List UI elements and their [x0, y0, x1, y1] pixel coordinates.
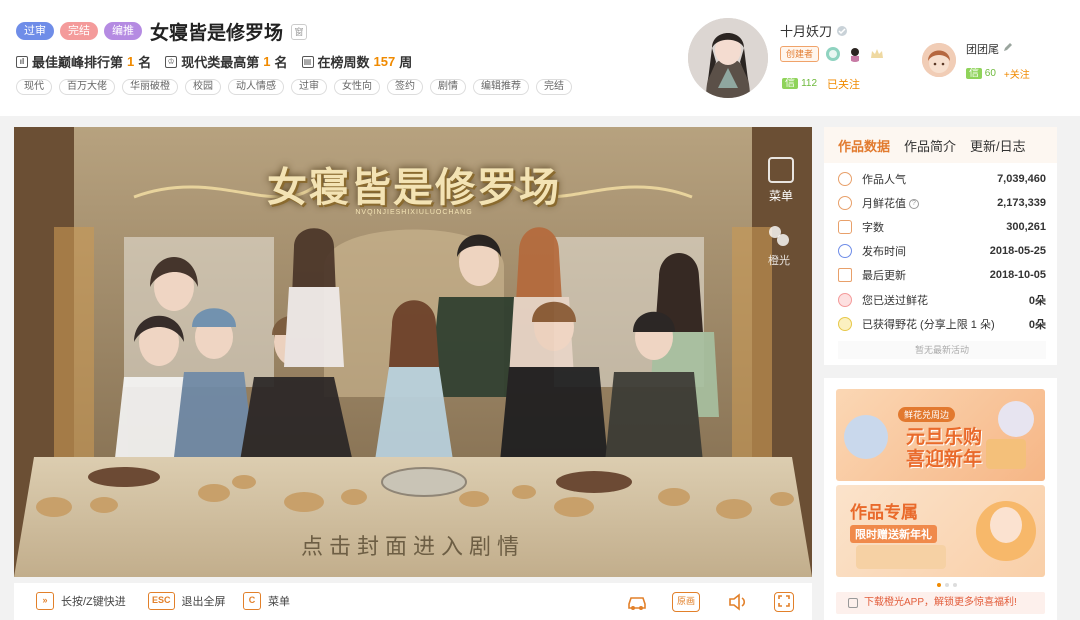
fan-name[interactable]: 团团尾	[966, 41, 1014, 57]
exit-fullscreen-button[interactable]: ESC 退出全屏	[148, 592, 226, 610]
status-badge: 编推	[104, 22, 142, 40]
promo-panel: 鲜花兑周边 元旦乐购 喜迎新年 作品专属 限时赠送新年礼 下载橙光APP，解锁更…	[824, 378, 1057, 620]
rank-category: ♔ 现代类最高第 1 名	[165, 52, 288, 71]
fan-stats: 信 60 +关注	[966, 66, 1030, 81]
rank-info: ıl 最佳巅峰排行第 1 名 ♔ 现代类最高第 1 名 ▤ 在榜周数 157 周	[16, 52, 412, 71]
tag-item[interactable]: 编辑推荐	[473, 79, 529, 95]
fast-forward-icon: »	[36, 592, 54, 610]
menu-button[interactable]: C 菜单	[243, 592, 290, 610]
calendar-icon: ▤	[301, 55, 314, 68]
trophy-icon: ♔	[165, 55, 178, 68]
character-icon	[851, 48, 860, 62]
followed-button[interactable]: 已关注	[827, 76, 860, 92]
tag-item[interactable]: 签约	[387, 79, 423, 95]
fullscreen-icon[interactable]	[774, 592, 794, 612]
stat-flowers-sent: 您已送过鲜花 0朵	[838, 292, 1046, 308]
tab-work-data[interactable]: 作品数据	[838, 136, 890, 155]
carousel-dot[interactable]	[945, 583, 949, 587]
stat-popularity: 作品人气 7,039,460	[838, 171, 1046, 187]
author-badges: 创建者	[780, 46, 885, 62]
fire-icon	[838, 172, 852, 186]
tab-update-log[interactable]: 更新/日志	[970, 136, 1026, 155]
tag-item[interactable]: 动人情感	[228, 79, 284, 95]
car-icon[interactable]	[626, 592, 646, 612]
help-icon[interactable]: ?	[909, 199, 919, 210]
game-menu-button[interactable]: 菜单	[768, 157, 794, 204]
stat-last-update: 最后更新 2018-10-05	[838, 267, 1046, 283]
verified-icon	[837, 25, 848, 36]
enter-story-prompt[interactable]: 点击封面进入剧情	[14, 529, 812, 561]
status-badges: 过审 完结 编推	[16, 22, 142, 40]
volume-icon[interactable]	[727, 592, 747, 612]
clock-icon	[838, 244, 852, 258]
work-data-panel: 作品数据 作品简介 更新/日志 作品人气 7,039,460 月鲜花值? 2,1…	[824, 127, 1057, 365]
menu-icon	[768, 157, 794, 183]
download-app-bar[interactable]: 下载橙光APP，解锁更多惊喜福利!	[836, 592, 1045, 614]
tag-item[interactable]: 校园	[185, 79, 221, 95]
stat-word-count: 字数 300,261	[838, 219, 1046, 235]
status-badge: 过审	[16, 22, 54, 40]
crown-icon	[871, 49, 884, 58]
bar-chart-icon: ıl	[16, 55, 28, 68]
tag-item[interactable]: 现代	[16, 79, 52, 95]
promo-headline: 作品专属	[850, 503, 918, 522]
promo-banner-gift[interactable]: 作品专属 限时赠送新年礼	[836, 485, 1045, 577]
esc-key-icon: ESC	[148, 592, 175, 610]
stat-wild-flowers: 已获得野花 (分享上限 1 朵) 0朵	[838, 316, 1046, 332]
stat-monthly-flowers: 月鲜花值? 2,173,339	[838, 195, 1046, 211]
work-header: 过审 完结 编推 女寝皆是修罗场 窗 ıl 最佳巅峰排行第 1 名 ♔ 现代类最高第…	[0, 0, 1080, 116]
rank-weeks: ▤ 在榜周数 157 周	[301, 52, 412, 71]
brand-watermark: 橙光	[764, 223, 794, 268]
game-cover[interactable]: 女寝皆是修罗场 NVQINJIESHIXIULUOCHANG 菜单 橙光 点击封…	[14, 127, 812, 577]
window-icon[interactable]: 窗	[291, 23, 308, 40]
panel-tabs: 作品数据 作品简介 更新/日志	[824, 127, 1057, 163]
tag-item[interactable]: 剧情	[430, 79, 466, 95]
game-subtitle-art: NVQINJIESHIXIULUOCHANG	[355, 209, 473, 216]
tag-item[interactable]: 华丽破橙	[122, 79, 178, 95]
author-stats: 信 112 已关注	[782, 76, 860, 92]
tag-item[interactable]: 百万大佬	[59, 79, 115, 95]
promo-kicker: 鲜花兑周边	[898, 407, 956, 422]
author-name[interactable]: 十月妖刀	[780, 21, 848, 40]
tag-item[interactable]: 女性向	[334, 79, 380, 95]
author-avatar[interactable]	[688, 18, 768, 98]
player-controls: » 长按/Z键快进 ESC 退出全屏 C 菜单 原画	[14, 583, 812, 620]
tab-work-intro[interactable]: 作品简介	[904, 136, 956, 155]
promo-banner-new-year[interactable]: 鲜花兑周边 元旦乐购 喜迎新年	[836, 389, 1045, 481]
title-row: 女寝皆是修罗场 窗	[150, 18, 308, 45]
tag-item[interactable]: 过审	[291, 79, 327, 95]
flower-icon	[838, 293, 852, 307]
brand-logo-icon	[769, 226, 789, 246]
fast-forward-hint[interactable]: » 长按/Z键快进	[36, 592, 126, 610]
flower-pot-icon	[838, 196, 852, 210]
follow-button[interactable]: +关注	[1004, 66, 1030, 81]
page-title: 女寝皆是修罗场	[150, 23, 284, 44]
wild-flower-icon	[838, 317, 852, 331]
fan-avatar[interactable]	[922, 43, 956, 77]
text-icon	[838, 220, 852, 234]
pencil-badge-icon	[1004, 43, 1013, 51]
xin-value: 信 60	[966, 67, 996, 81]
xin-value: 信 112	[782, 77, 817, 91]
carousel-dot[interactable]	[937, 583, 941, 587]
medal-icon	[826, 47, 841, 61]
no-activity-notice: 暂无最新活动	[838, 341, 1046, 359]
game-title-art: 女寝皆是修罗场	[267, 164, 561, 211]
creator-badge: 创建者	[780, 46, 820, 62]
pencil-icon	[838, 268, 852, 282]
original-painting-button[interactable]: 原画	[672, 592, 700, 612]
c-key-icon: C	[243, 592, 261, 610]
speaker-icon	[848, 598, 858, 608]
tag-list: 现代 百万大佬 华丽破橙 校园 动人情感 过审 女性向 签约 剧情 编辑推荐 完…	[16, 79, 572, 95]
promo-subheadline: 限时赠送新年礼	[850, 525, 937, 543]
rank-peak: ıl 最佳巅峰排行第 1 名	[16, 52, 151, 71]
promo-headline: 元旦乐购 喜迎新年	[906, 427, 983, 470]
stat-publish-date: 发布时间 2018-05-25	[838, 243, 1046, 259]
status-badge: 完结	[60, 22, 98, 40]
tag-item[interactable]: 完结	[536, 79, 572, 95]
carousel-dots	[937, 583, 957, 587]
carousel-dot[interactable]	[953, 583, 957, 587]
